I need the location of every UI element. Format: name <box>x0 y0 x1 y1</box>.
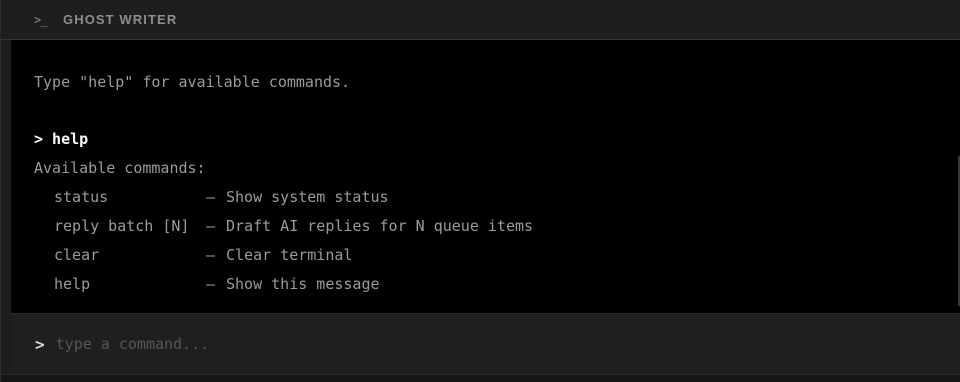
command-row: status — Show system status <box>54 187 389 207</box>
command-dash: — <box>206 246 216 264</box>
command-description: Draft AI replies for N queue items <box>226 217 534 235</box>
input-prompt-icon: > <box>35 334 45 354</box>
command-row: clear — Clear terminal <box>54 245 352 265</box>
command-dash: — <box>206 275 216 293</box>
commands-heading: Available commands: <box>34 159 206 177</box>
bottom-border <box>1 374 960 382</box>
command-description: Show this message <box>226 275 380 293</box>
command-input-bar: > <box>11 313 960 374</box>
terminal-prompt-icon: >_ <box>34 12 47 27</box>
command-name: reply batch [N] <box>54 217 190 235</box>
command-input[interactable] <box>55 329 960 359</box>
command-dash: — <box>206 217 216 235</box>
entered-command: > help <box>34 130 89 148</box>
command-description: Show system status <box>226 188 389 206</box>
command-row: help — Show this message <box>54 274 380 294</box>
command-dash: — <box>206 188 216 206</box>
panel-title: GHOST WRITER <box>63 12 178 27</box>
command-row: reply batch [N] — Draft AI replies for N q… <box>54 216 533 236</box>
command-name: help <box>54 275 91 293</box>
command-description: Clear terminal <box>226 246 353 264</box>
terminal-header: >_ GHOST WRITER <box>1 0 960 40</box>
command-name: status <box>54 188 109 206</box>
intro-message: Type "help" for available commands. <box>34 73 351 91</box>
ghost-writer-terminal: >_ GHOST WRITER Type "help" for availabl… <box>0 0 960 382</box>
terminal-output[interactable]: Type "help" for available commands. > he… <box>11 40 960 313</box>
command-name: clear <box>54 246 100 264</box>
